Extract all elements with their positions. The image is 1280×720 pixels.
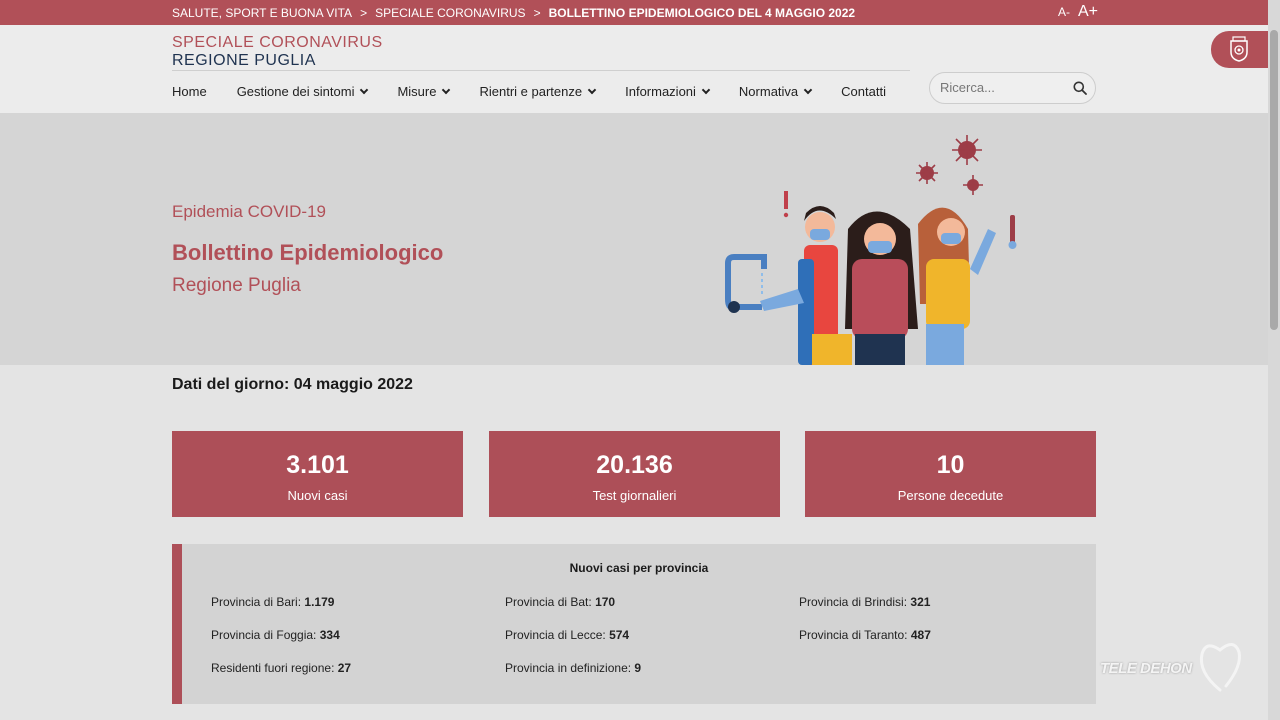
breadcrumb-item-current: BOLLETTINO EPIDEMIOLOGICO DEL 4 MAGGIO 2… [548,6,856,20]
province-label: Provincia di Taranto: [799,628,908,642]
header-divider [172,70,910,71]
font-decrease-button[interactable]: A- [1058,5,1070,19]
nav-item-label: Home [172,84,207,99]
page-scrollbar[interactable] [1268,0,1280,720]
breadcrumb-item-salute[interactable]: SALUTE, SPORT E BUONA VITA [172,6,352,20]
province-value: 487 [910,628,931,642]
region-seal-icon [1230,36,1248,62]
chevron-down-icon [803,85,813,95]
chevron-down-icon [587,85,597,95]
province-item-bat: Provincia di Bat: 170 [505,595,615,609]
hero-subtitle: Regione Puglia [172,275,301,296]
stat-card-daily-tests: 20.136 Test giornalieri [489,431,780,517]
province-value: 574 [609,628,630,642]
province-value: 27 [337,661,352,675]
search-icon[interactable] [1073,81,1087,95]
breadcrumb-separator: > [360,6,368,20]
chevron-down-icon [442,85,451,95]
hero-kicker: Epidemia COVID-19 [172,202,327,221]
province-item-bari: Provincia di Bari: 1.179 [211,595,334,609]
province-value: 170 [595,595,616,609]
region-seal-button[interactable] [1211,31,1268,68]
virus-icon [920,141,979,191]
nav-item-label: Gestione dei sintomi [236,84,355,99]
breadcrumb-separator: > [533,6,541,20]
chevron-down-icon [360,85,369,95]
province-label: Provincia di Bari: [211,595,302,609]
report-date: Dati del giorno: 04 maggio 2022 [172,376,413,393]
breadcrumb-item-speciale[interactable]: SPECIALE CORONAVIRUS [375,6,525,20]
province-value: 321 [910,595,931,609]
province-label: Provincia di Lecce: [505,628,606,642]
province-value: 334 [319,628,340,642]
scrollbar-thumb[interactable] [1270,30,1278,330]
font-size-controls: A- A+ [1058,3,1098,21]
stat-label: Persone decedute [897,488,1004,503]
stat-label: Test giornalieri [592,488,677,503]
nav-item-label: Normativa [738,84,799,99]
main-nav: Home Gestione dei sintomi Misure Rientri… [172,84,886,99]
province-cases-panel: Nuovi casi per provincia Provincia di Ba… [172,544,1096,704]
brand-subtitle[interactable]: REGIONE PUGLIA [172,52,316,70]
stat-label: Nuovi casi [287,488,348,503]
province-label: Provincia in definizione: [505,661,632,675]
province-item-lecce: Provincia di Lecce: 574 [505,628,629,642]
nav-item-contatti[interactable]: Contatti [841,84,886,99]
province-label: Provincia di Bat: [505,595,592,609]
nav-item-home[interactable]: Home [172,84,207,99]
nav-item-misure[interactable]: Misure [397,84,451,99]
province-label: Residenti fuori regione: [211,661,335,675]
nav-item-label: Informazioni [625,84,696,99]
font-increase-button[interactable]: A+ [1078,3,1098,21]
province-item-in-definizione: Provincia in definizione: 9 [505,661,641,675]
stat-card-deaths: 10 Persone decedute [805,431,1096,517]
province-item-fuori-regione: Residenti fuori regione: 27 [211,661,351,675]
chevron-down-icon [701,85,711,95]
nav-item-rientri-partenze[interactable]: Rientri e partenze [479,84,597,99]
province-item-taranto: Provincia di Taranto: 487 [799,628,931,642]
nav-item-informazioni[interactable]: Informazioni [625,84,711,99]
brand-title[interactable]: SPECIALE CORONAVIRUS [172,34,383,52]
province-label: Provincia di Foggia: [211,628,317,642]
province-label: Provincia di Brindisi: [799,595,908,609]
nav-item-label: Contatti [841,84,886,99]
hero-banner: Epidemia COVID-19 Bollettino Epidemiolog… [0,113,1268,365]
province-item-foggia: Provincia di Foggia: 334 [211,628,340,642]
covid-illustration [725,135,1017,365]
nav-item-label: Misure [397,84,437,99]
page-title: Bollettino Epidemiologico [172,240,444,265]
stat-value: 10 [936,451,965,479]
watermark-text: TELE DEHON [1100,660,1192,677]
search-box [929,72,1096,104]
top-bar: SALUTE, SPORT E BUONA VITA > SPECIALE CO… [0,0,1268,25]
tv-watermark: TELE DEHON [1100,636,1250,698]
stat-value: 3.101 [286,451,349,479]
search-input[interactable] [940,80,1060,95]
nav-item-gestione-sintomi[interactable]: Gestione dei sintomi [236,84,369,99]
province-value: 1.179 [304,595,335,609]
heart-logo-icon [1199,643,1241,692]
breadcrumb: SALUTE, SPORT E BUONA VITA > SPECIALE CO… [172,6,855,20]
site-header: SPECIALE CORONAVIRUS REGIONE PUGLIA Home… [0,25,1268,113]
nav-item-normativa[interactable]: Normativa [738,84,813,99]
province-value: 9 [634,661,642,675]
stat-value: 20.136 [596,451,673,479]
stat-card-new-cases: 3.101 Nuovi casi [172,431,463,517]
nav-item-label: Rientri e partenze [479,84,583,99]
province-panel-title: Nuovi casi per provincia [569,561,709,575]
province-item-brindisi: Provincia di Brindisi: 321 [799,595,930,609]
